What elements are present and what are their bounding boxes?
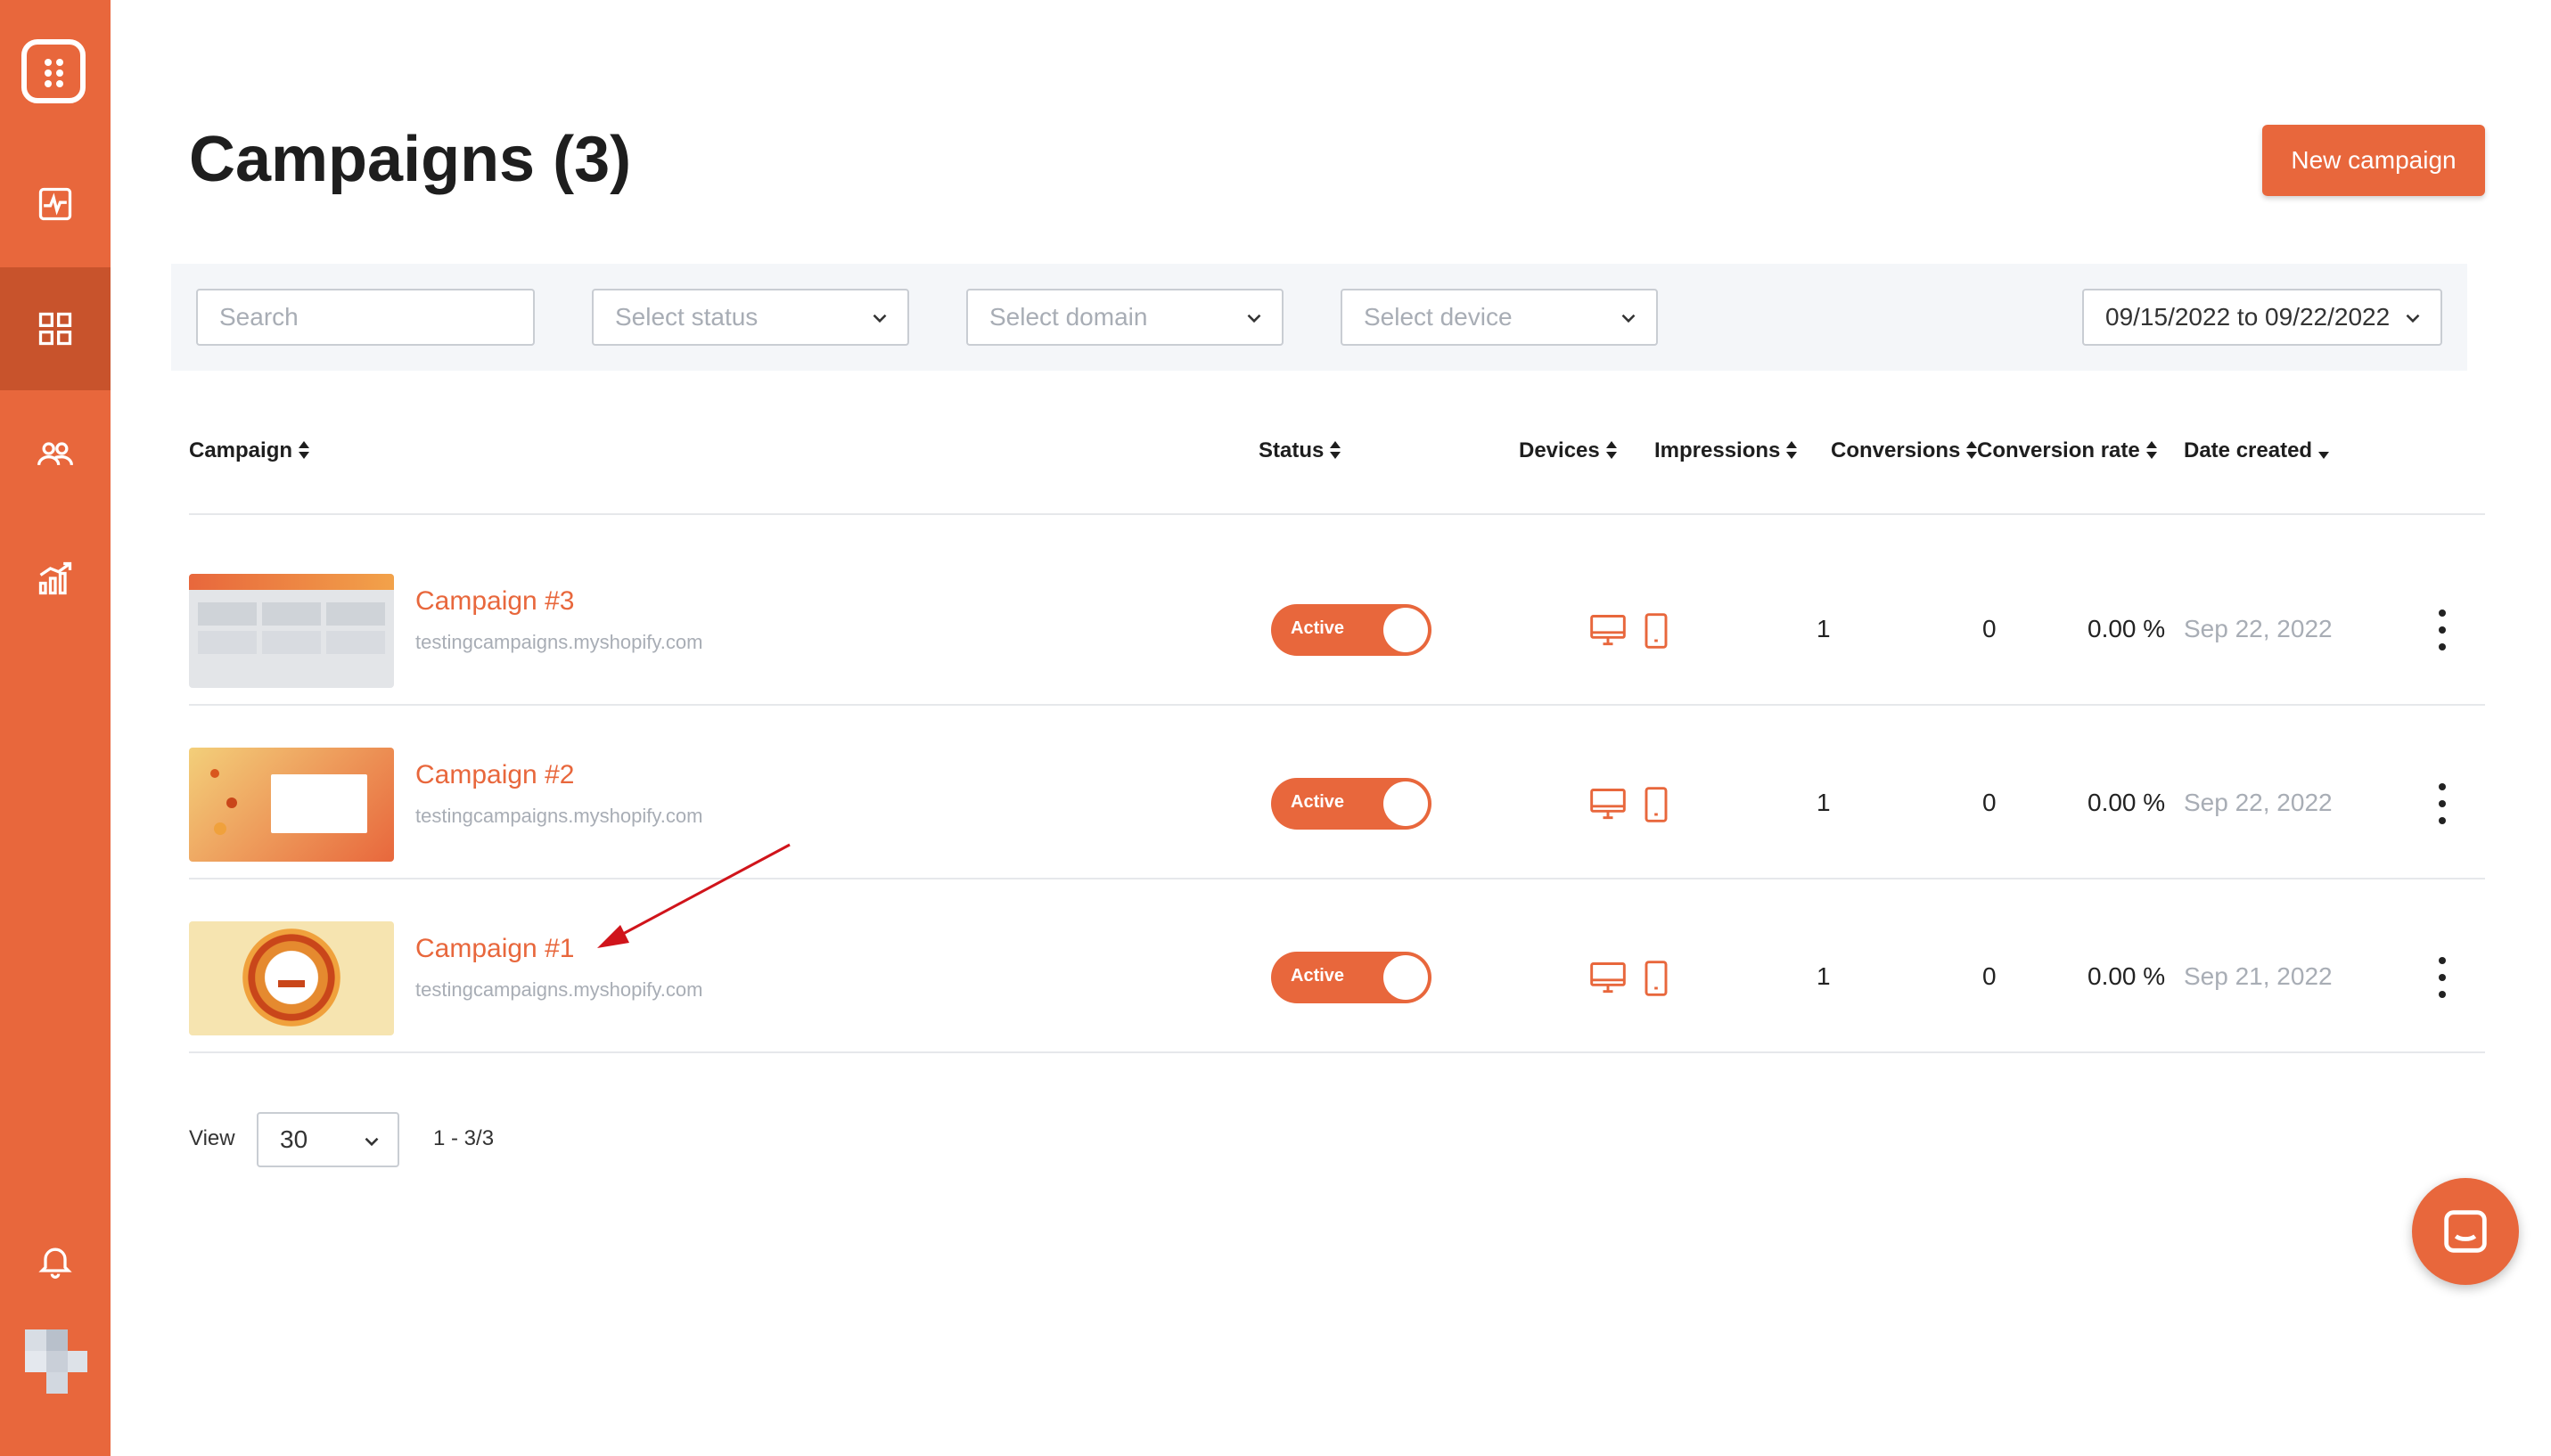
filter-bar: Search Select status Select domain Selec… xyxy=(171,264,2467,371)
pagination-range: 1 - 3/3 xyxy=(433,1126,495,1150)
sort-icon xyxy=(1329,441,1341,461)
campaign-domain: testingcampaigns.myshopify.com xyxy=(415,631,703,653)
divider xyxy=(189,513,2485,515)
sidebar-item-campaigns[interactable] xyxy=(0,267,111,390)
page-title: Campaigns (3) xyxy=(189,124,632,195)
desktop-icon xyxy=(1590,789,1626,820)
date-created-value: Sep 22, 2022 xyxy=(2184,615,2333,642)
chat-icon xyxy=(2444,1210,2487,1253)
column-header-campaign[interactable]: Campaign xyxy=(189,438,310,463)
mobile-icon xyxy=(1645,961,1668,996)
campaign-domain: testingcampaigns.myshopify.com xyxy=(415,805,703,827)
grid-icon xyxy=(38,312,72,346)
desktop-icon xyxy=(1590,615,1626,646)
divider xyxy=(189,1051,2485,1053)
activity-icon xyxy=(38,187,72,221)
more-options-icon[interactable] xyxy=(2433,609,2451,650)
date-range-picker[interactable]: 09/15/2022 to 09/22/2022 xyxy=(2082,289,2442,346)
more-options-icon[interactable] xyxy=(2433,783,2451,824)
column-header-devices[interactable]: Devices xyxy=(1519,438,1618,463)
column-header-impressions[interactable]: Impressions xyxy=(1654,438,1798,463)
conversion-rate-value: 0.00 % xyxy=(2088,962,2166,990)
more-options-icon[interactable] xyxy=(2433,957,2451,998)
avatar[interactable] xyxy=(25,1329,87,1401)
impressions-value: 1 xyxy=(1817,615,1831,642)
conversions-value: 0 xyxy=(1982,962,1997,990)
column-header-status[interactable]: Status xyxy=(1259,438,1341,463)
campaign-link[interactable]: Campaign #2 xyxy=(415,760,574,790)
domain-placeholder: Select domain xyxy=(989,303,1148,331)
campaign-domain: testingcampaigns.myshopify.com xyxy=(415,978,703,1001)
device-placeholder: Select device xyxy=(1364,303,1513,331)
sort-desc-icon xyxy=(2317,441,2330,461)
chevron-down-icon xyxy=(873,314,887,323)
per-page-select[interactable]: 30 xyxy=(257,1112,399,1167)
column-header-conversion-rate[interactable]: Conversion rate xyxy=(1977,438,2158,463)
conversions-value: 0 xyxy=(1982,615,1997,642)
chat-launcher-button[interactable] xyxy=(2412,1178,2519,1285)
column-header-conversions[interactable]: Conversions xyxy=(1831,438,1978,463)
campaign-link[interactable]: Campaign #3 xyxy=(415,586,574,617)
chevron-down-icon xyxy=(1247,314,1261,323)
status-select[interactable]: Select status xyxy=(592,289,909,346)
logo-icon[interactable] xyxy=(21,39,86,103)
status-toggle[interactable]: Active xyxy=(1271,604,1431,656)
sidebar-item-activity[interactable] xyxy=(0,143,111,266)
conversion-rate-value: 0.00 % xyxy=(2088,615,2166,642)
chevron-down-icon xyxy=(1621,314,1636,323)
search-input[interactable]: Search xyxy=(196,289,535,346)
impressions-value: 1 xyxy=(1817,789,1831,816)
chevron-down-icon xyxy=(2401,307,2424,330)
conversions-value: 0 xyxy=(1982,789,1997,816)
impressions-value: 1 xyxy=(1817,962,1831,990)
mobile-icon xyxy=(1645,613,1668,649)
device-select[interactable]: Select device xyxy=(1341,289,1658,346)
sort-icon xyxy=(2145,441,2158,461)
annotation-arrow xyxy=(597,843,791,948)
mobile-icon xyxy=(1645,787,1668,822)
desktop-icon xyxy=(1590,962,1626,994)
bell-icon xyxy=(38,1247,72,1279)
table-row: Campaign #3 testingcampaigns.myshopify.c… xyxy=(0,531,2551,706)
users-icon xyxy=(37,442,73,466)
date-created-value: Sep 22, 2022 xyxy=(2184,789,2333,816)
sort-icon xyxy=(298,441,310,461)
status-toggle[interactable]: Active xyxy=(1271,952,1431,1003)
table-row: Campaign #2 testingcampaigns.myshopify.c… xyxy=(0,705,2551,879)
sort-icon xyxy=(1785,441,1798,461)
status-toggle[interactable]: Active xyxy=(1271,778,1431,830)
campaign-thumbnail xyxy=(189,748,394,862)
column-header-date-created[interactable]: Date created xyxy=(2184,438,2330,463)
conversion-rate-value: 0.00 % xyxy=(2088,789,2166,816)
sidebar-item-audience[interactable] xyxy=(0,392,111,515)
view-label: View xyxy=(189,1126,235,1150)
status-placeholder: Select status xyxy=(615,303,759,331)
date-range-value: 09/15/2022 to 09/22/2022 xyxy=(2105,303,2391,331)
campaign-thumbnail xyxy=(189,574,394,688)
sidebar-item-notifications[interactable] xyxy=(0,1199,111,1322)
new-campaign-button[interactable]: New campaign xyxy=(2262,125,2485,196)
search-placeholder: Search xyxy=(219,303,299,331)
table-row: Campaign #1 testingcampaigns.myshopify.c… xyxy=(0,879,2551,1053)
chevron-down-icon xyxy=(365,1137,379,1147)
domain-select[interactable]: Select domain xyxy=(966,289,1284,346)
per-page-value: 30 xyxy=(280,1125,308,1153)
campaign-thumbnail xyxy=(189,921,394,1035)
date-created-value: Sep 21, 2022 xyxy=(2184,962,2333,990)
sort-icon xyxy=(1605,441,1618,461)
campaign-link[interactable]: Campaign #1 xyxy=(415,934,574,964)
